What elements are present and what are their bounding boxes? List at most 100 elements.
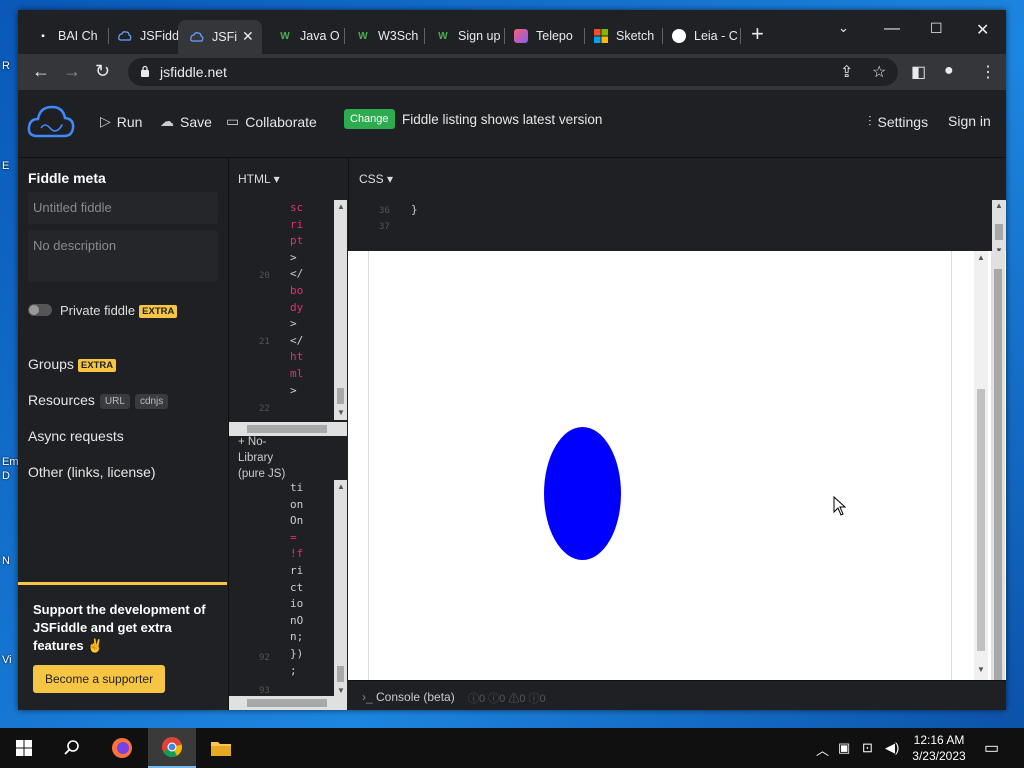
jsfiddle-logo-icon[interactable] (27, 102, 75, 142)
forward-icon[interactable]: → (63, 62, 81, 80)
js-framework-label[interactable]: + No- Library (pure JS) (238, 434, 285, 482)
html-code-editor[interactable]: sc ri pt > </ bo dy > </ ht ml > (290, 200, 303, 399)
volume-icon[interactable]: ◀) (885, 740, 899, 756)
leia-icon (672, 29, 686, 43)
browser-tab[interactable]: W Sign up (424, 22, 502, 50)
bai-icon: ▪ (41, 30, 45, 42)
code-line: </ (290, 267, 304, 281)
js-code-editor[interactable]: ti on On = !f ri ct io nO n; }) ; (290, 480, 303, 679)
lock-icon (141, 65, 149, 77)
code-line: ct (290, 580, 304, 594)
url-pill[interactable]: URL (99, 394, 130, 409)
side-panel-icon[interactable]: ◧ (911, 62, 926, 82)
cdnjs-pill[interactable]: cdnjs (134, 394, 169, 409)
minimize-icon[interactable]: — (884, 20, 900, 38)
desktop-icon-label[interactable]: Vi (2, 654, 12, 666)
sign-in-link[interactable]: Sign in (948, 113, 991, 129)
back-icon[interactable]: ← (32, 62, 50, 80)
tray-app-icon[interactable]: ▣ (838, 740, 850, 756)
js-vertical-scrollbar[interactable]: ▲ ▼ (334, 480, 347, 698)
address-bar[interactable]: jsfiddle.net (128, 58, 898, 86)
browser-tab[interactable]: W Java O (266, 22, 342, 50)
css-vertical-scrollbar[interactable]: ▲ ▼ (992, 200, 1006, 258)
change-button[interactable]: Change (344, 109, 395, 129)
support-panel: Support the development of JSFiddle and … (18, 582, 227, 710)
microsoft-icon (594, 29, 608, 43)
taskbar-file-explorer[interactable] (197, 728, 245, 768)
desktop-icon-label[interactable]: Em (2, 456, 19, 468)
become-supporter-button[interactable]: Become a supporter (33, 665, 166, 693)
profile-icon[interactable]: ● (944, 62, 954, 80)
sidebar-item-resources[interactable]: Resources URL cdnjs (28, 392, 169, 409)
line-number: 22 (259, 404, 270, 414)
code-line: dy (290, 300, 304, 314)
tab-label: JSFi (212, 30, 237, 44)
desktop-icon-label[interactable]: D (2, 470, 10, 482)
support-text: Support the development of JSFiddle and … (33, 602, 206, 653)
jsfiddle-icon (190, 30, 204, 44)
code-line: = (290, 530, 297, 544)
desktop-icon-label[interactable]: N (2, 555, 10, 567)
groups-label: Groups (28, 356, 74, 372)
save-button[interactable]: ☁ Save (160, 113, 212, 130)
collaborate-label: Collaborate (245, 113, 317, 130)
tab-label: BAI Ch (58, 29, 98, 43)
close-window-icon[interactable]: ✕ (976, 20, 989, 40)
tab-label: Sketch (616, 29, 655, 43)
desktop-icon-label[interactable]: R (2, 60, 10, 72)
menu-kebab-icon[interactable]: ⋮ (980, 62, 996, 82)
chat-icon: ▭ (226, 113, 240, 129)
bookmark-star-icon[interactable]: ☆ (872, 62, 886, 82)
console-counts: ⓘ0 ⓘ0 ⚠0 ⓘ0 (468, 693, 546, 705)
maximize-icon[interactable]: ☐ (930, 20, 943, 37)
taskbar-firefox[interactable] (98, 728, 146, 768)
js-horizontal-scrollbar[interactable] (229, 696, 347, 710)
browser-tab[interactable]: Telepo (502, 22, 582, 50)
browser-tab[interactable]: Sketch (582, 22, 660, 50)
browser-tab[interactable]: JSFiddl (106, 22, 184, 50)
new-tab-button[interactable]: + (751, 23, 764, 45)
taskbar: ︿ ▣ ⊡ ◀) 12:16 AM 3/23/2023 ▭ (0, 728, 1024, 768)
framework-line: + No- (238, 436, 267, 448)
notifications-icon[interactable]: ▭ (984, 738, 999, 758)
terminal-icon: ›_ (362, 690, 377, 704)
html-js-column: HTML ▾ sc ri pt > </ bo dy > </ ht ml > … (228, 158, 348, 710)
reload-icon[interactable]: ↻ (95, 62, 110, 80)
run-label: Run (116, 113, 143, 130)
system-clock[interactable]: 12:16 AM 3/23/2023 (908, 732, 970, 764)
start-button[interactable] (0, 728, 48, 768)
taskbar-chrome[interactable] (148, 728, 196, 768)
outer-vertical-scrollbar[interactable] (991, 251, 1005, 710)
css-code-editor[interactable]: } (411, 202, 418, 219)
desktop-icon-label[interactable]: E (2, 160, 9, 172)
css-panel: CSS ▾ 36 37 } ▲ ▼ (348, 158, 1006, 258)
show-hidden-icons[interactable]: ︿ (816, 740, 829, 759)
tab-close-icon[interactable]: ✕ (242, 28, 254, 45)
css-panel-tab[interactable]: CSS ▾ (359, 172, 393, 186)
sidebar-item-groups[interactable]: Groups EXTRA (28, 356, 117, 372)
teleport-icon (514, 29, 528, 43)
search-button[interactable] (48, 728, 96, 768)
sidebar-item-other[interactable]: Other (links, license) (28, 464, 156, 480)
browser-tab[interactable]: Leia - C (660, 22, 738, 50)
fiddle-description-input[interactable]: No description (28, 230, 218, 282)
browser-tab[interactable]: W W3Sch (344, 22, 422, 50)
mouse-cursor-icon (833, 496, 847, 516)
run-button[interactable]: ▷ Run (100, 113, 142, 130)
tab-search-icon[interactable]: ⌄ (838, 20, 849, 36)
html-panel-tab[interactable]: HTML ▾ (238, 172, 280, 186)
result-vertical-scrollbar[interactable]: ▲ ▼ (974, 251, 988, 680)
share-icon[interactable]: ⇪ (840, 62, 853, 82)
result-panel[interactable]: ▲ ▼ (348, 251, 1006, 710)
sidebar-item-async-requests[interactable]: Async requests (28, 428, 124, 444)
private-fiddle-toggle[interactable] (28, 304, 52, 316)
code-line: nO (290, 613, 304, 627)
console-bar[interactable]: ›_ Console (beta) ⓘ0 ⓘ0 ⚠0 ⓘ0 (348, 680, 1006, 710)
collaborate-button[interactable]: ▭ Collaborate (226, 113, 317, 130)
settings-button[interactable]: ⫶ Settings (868, 113, 928, 130)
network-icon[interactable]: ⊡ (862, 740, 873, 756)
cloud-upload-icon: ☁ (160, 113, 174, 129)
browser-tab[interactable]: ▪ BAI Ch (24, 22, 104, 50)
fiddle-title-input[interactable]: Untitled fiddle (28, 192, 218, 224)
html-vertical-scrollbar[interactable]: ▲ ▼ (334, 200, 347, 420)
